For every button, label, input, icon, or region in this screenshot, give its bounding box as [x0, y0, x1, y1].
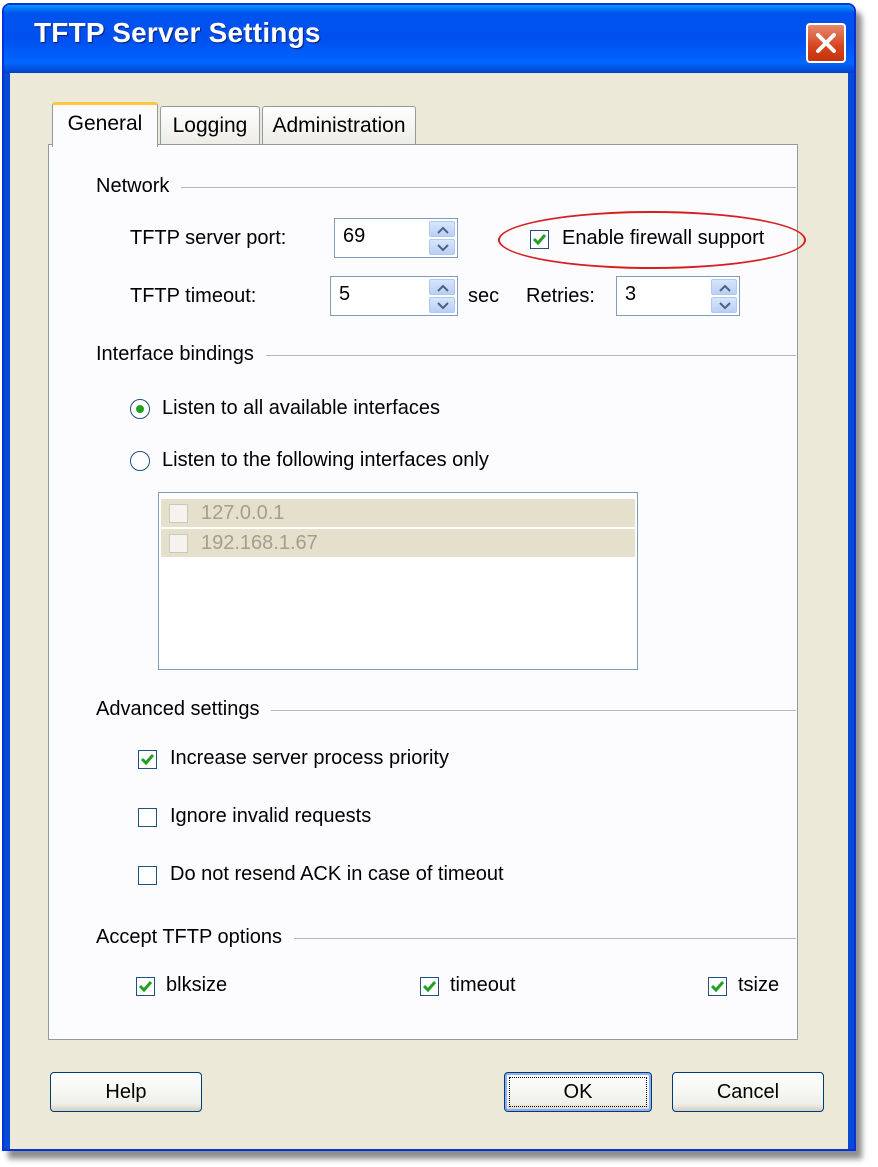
window-title: TFTP Server Settings	[34, 17, 321, 48]
chevron-down-icon	[437, 302, 449, 310]
interfaces-listbox[interactable]: 127.0.0.1 192.168.1.67	[158, 492, 638, 670]
interface-checkbox[interactable]	[169, 504, 188, 523]
list-item[interactable]: 192.168.1.67	[161, 529, 635, 557]
no-resend-ack-label[interactable]: Do not resend ACK in case of timeout	[170, 863, 504, 886]
advanced-group-label: Advanced settings	[96, 698, 272, 721]
spin-up-button[interactable]	[429, 221, 455, 237]
tab-logging[interactable]: Logging	[160, 106, 260, 146]
accept-group-label: Accept TFTP options	[96, 926, 295, 949]
chevron-down-icon	[719, 302, 731, 310]
no-resend-ack-checkbox[interactable]	[138, 866, 157, 885]
interface-label: 192.168.1.67	[201, 532, 318, 554]
radio-specific-interfaces[interactable]	[130, 451, 150, 471]
ignore-invalid-checkbox[interactable]	[138, 808, 157, 827]
port-spinner-arrows[interactable]	[429, 221, 455, 255]
spin-down-button[interactable]	[429, 297, 455, 313]
spin-up-button[interactable]	[429, 279, 455, 295]
cancel-button[interactable]: Cancel	[672, 1072, 824, 1112]
priority-checkbox[interactable]	[138, 750, 157, 769]
interface-label: 127.0.0.1	[201, 502, 285, 524]
spin-down-button[interactable]	[711, 297, 737, 313]
checkmark-icon	[140, 754, 155, 766]
tsize-checkbox[interactable]	[708, 977, 727, 996]
timeout-label: TFTP timeout:	[130, 285, 257, 307]
timeout-value: 5	[339, 283, 351, 305]
list-item[interactable]: 127.0.0.1	[161, 499, 635, 527]
firewall-label[interactable]: Enable firewall support	[562, 227, 764, 250]
checkmark-icon	[532, 234, 547, 246]
blksize-checkbox[interactable]	[136, 977, 155, 996]
timeout-spinner[interactable]: 5	[330, 276, 458, 316]
help-button[interactable]: Help	[50, 1072, 202, 1112]
ok-button[interactable]: OK	[504, 1072, 652, 1112]
timeout-unit: sec	[468, 285, 500, 307]
window-frame-left	[4, 73, 10, 1149]
timeout-option-label[interactable]: timeout	[450, 974, 516, 997]
network-group-label: Network	[96, 175, 182, 198]
retries-value: 3	[625, 283, 637, 305]
chevron-up-icon	[437, 284, 449, 292]
chevron-up-icon	[437, 226, 449, 234]
spin-down-button[interactable]	[429, 239, 455, 255]
retries-spinner-arrows[interactable]	[711, 279, 737, 313]
radio-all-interfaces[interactable]	[130, 399, 150, 419]
focus-rect	[509, 1077, 647, 1107]
port-value: 69	[343, 225, 366, 247]
chevron-up-icon	[719, 284, 731, 292]
checkmark-icon	[710, 981, 725, 993]
close-button[interactable]	[806, 23, 846, 63]
interface-checkbox[interactable]	[169, 534, 188, 553]
title-bar[interactable]: TFTP Server Settings	[4, 5, 854, 73]
tsize-label[interactable]: tsize	[738, 974, 779, 997]
checkmark-icon	[138, 981, 153, 993]
firewall-checkbox[interactable]	[530, 230, 549, 249]
ignore-invalid-label[interactable]: Ignore invalid requests	[170, 805, 371, 828]
priority-label[interactable]: Increase server process priority	[170, 747, 449, 770]
chevron-down-icon	[437, 244, 449, 252]
close-icon	[816, 33, 836, 53]
radio-specific-interfaces-label[interactable]: Listen to the following interfaces only	[162, 449, 489, 472]
tab-general[interactable]: General	[52, 102, 158, 147]
interfaces-group-label: Interface bindings	[96, 343, 266, 366]
port-label: TFTP server port:	[130, 227, 287, 249]
timeout-spinner-arrows[interactable]	[429, 279, 455, 313]
tab-administration[interactable]: Administration	[262, 106, 416, 146]
radio-selected-dot	[136, 405, 144, 413]
blksize-label[interactable]: blksize	[166, 974, 227, 997]
spin-up-button[interactable]	[711, 279, 737, 295]
port-spinner[interactable]: 69	[334, 218, 458, 258]
network-divider	[96, 187, 796, 188]
retries-label: Retries:	[526, 285, 595, 307]
window-frame-right	[848, 73, 854, 1149]
timeout-option-checkbox[interactable]	[420, 977, 439, 996]
retries-spinner[interactable]: 3	[616, 276, 740, 316]
checkmark-icon	[422, 981, 437, 993]
radio-all-interfaces-label[interactable]: Listen to all available interfaces	[162, 397, 440, 420]
